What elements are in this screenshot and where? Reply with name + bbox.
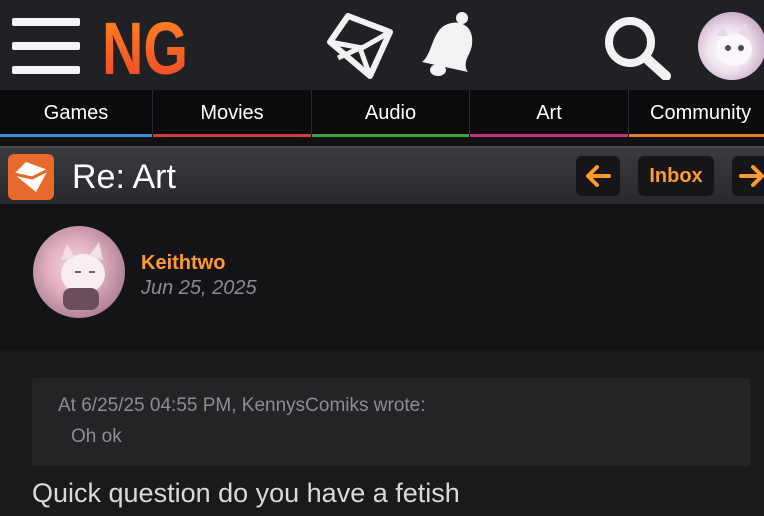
nav-label: Movies <box>200 102 264 124</box>
nav-art[interactable]: Art <box>470 90 628 137</box>
inbox-button[interactable]: Inbox <box>638 156 714 196</box>
nav-movies[interactable]: Movies <box>153 90 311 137</box>
menu-icon[interactable] <box>12 18 80 74</box>
quote-text: Oh ok <box>71 426 122 447</box>
envelope-icon <box>8 154 54 200</box>
page-title: Re: Art <box>72 158 176 196</box>
arrow-left-icon <box>586 165 611 187</box>
nav-underline <box>153 134 311 137</box>
nav-label: Audio <box>364 102 417 124</box>
nav-underline <box>629 134 764 137</box>
arrow-right-icon <box>739 165 764 187</box>
next-button[interactable] <box>732 156 764 196</box>
nav-community[interactable]: Community <box>629 90 764 137</box>
post-date: Jun 25, 2025 <box>141 277 257 299</box>
top-bar: NG <box>0 0 764 90</box>
message-title-bar: Re: Art Inbox <box>0 146 764 204</box>
user-avatar[interactable] <box>698 12 764 80</box>
nav-underline <box>470 134 628 137</box>
nav-label: Games <box>43 102 109 124</box>
nav-underline <box>312 134 469 137</box>
previous-button[interactable] <box>576 156 620 196</box>
inbox-label: Inbox <box>649 164 703 187</box>
nav-games[interactable]: Games <box>0 90 152 137</box>
author-username[interactable]: Keithtwo <box>141 252 225 275</box>
nav-label: Art <box>536 102 562 124</box>
nav-label: Community <box>650 102 752 124</box>
newgrounds-logo[interactable]: NG <box>100 7 190 90</box>
search-icon[interactable] <box>600 14 674 85</box>
author-avatar[interactable] <box>33 226 125 318</box>
message-text: Quick question do you have a fetish <box>32 478 460 508</box>
envelope-icon[interactable] <box>326 12 396 85</box>
main-nav: Games Movies Audio Art Community <box>0 90 764 137</box>
bell-icon[interactable] <box>412 10 478 85</box>
nav-underline <box>0 134 152 137</box>
svg-text:NG: NG <box>102 8 188 80</box>
quote-block <box>32 378 750 466</box>
quote-header: At 6/25/25 04:55 PM, KennysComiks wrote: <box>58 395 426 416</box>
nav-audio[interactable]: Audio <box>312 90 469 137</box>
